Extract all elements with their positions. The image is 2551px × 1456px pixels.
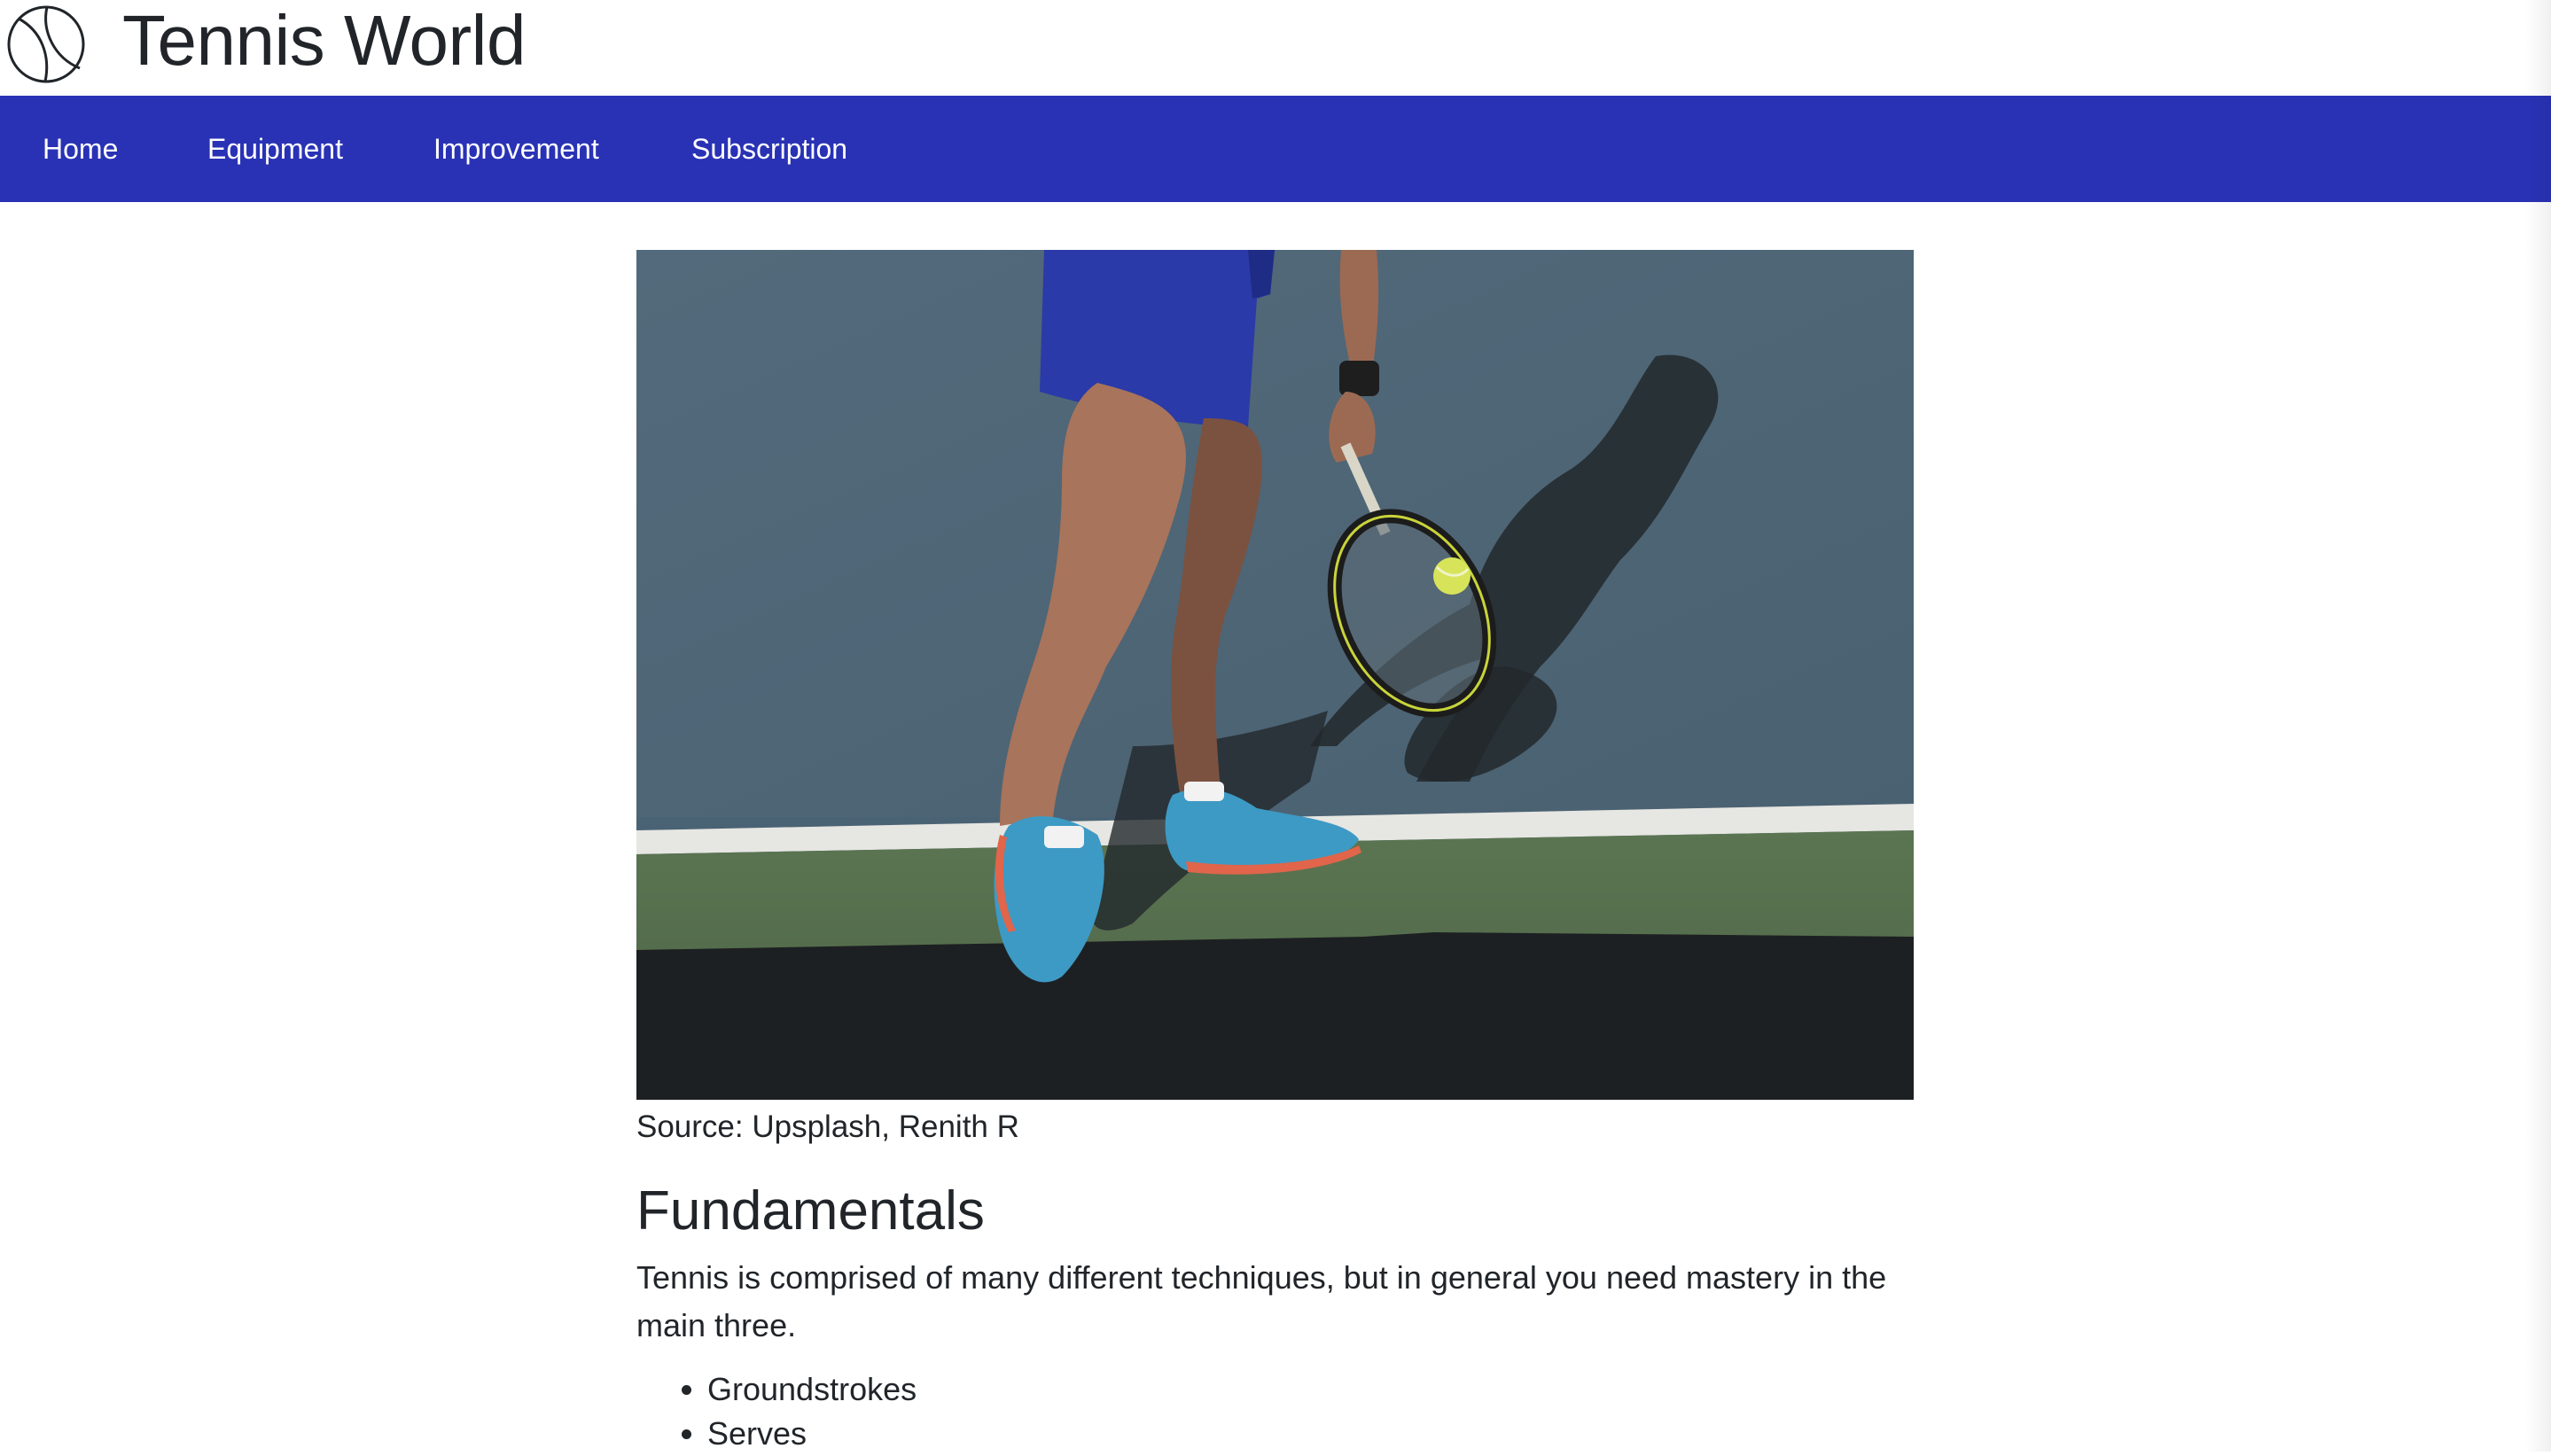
tennis-player-photo	[636, 250, 1914, 1100]
section-title: Fundamentals	[636, 1180, 985, 1242]
nav-home-link[interactable]: Home	[43, 96, 118, 202]
hero-image	[636, 250, 1914, 1100]
main-content: Source: Upsplash, Renith R Fundamentals …	[636, 250, 1914, 1456]
site-header: Tennis World	[0, 0, 2551, 96]
nav-equipment-link[interactable]: Equipment	[207, 96, 343, 202]
technique-list: Groundstrokes Serves	[636, 1367, 1914, 1456]
scrollbar-edge	[2524, 0, 2551, 1452]
main-navbar: Home Equipment Improvement Subscription	[0, 96, 2551, 202]
list-item: Groundstrokes	[707, 1367, 1914, 1412]
nav-improvement-link[interactable]: Improvement	[433, 96, 599, 202]
tennis-ball-icon[interactable]	[6, 4, 86, 84]
image-caption: Source: Upsplash, Renith R	[636, 1110, 1019, 1144]
list-item: Serves	[707, 1412, 1914, 1456]
site-title[interactable]: Tennis World	[122, 0, 526, 82]
nav-subscription-link[interactable]: Subscription	[691, 96, 847, 202]
intro-paragraph: Tennis is comprised of many different te…	[636, 1259, 1887, 1343]
